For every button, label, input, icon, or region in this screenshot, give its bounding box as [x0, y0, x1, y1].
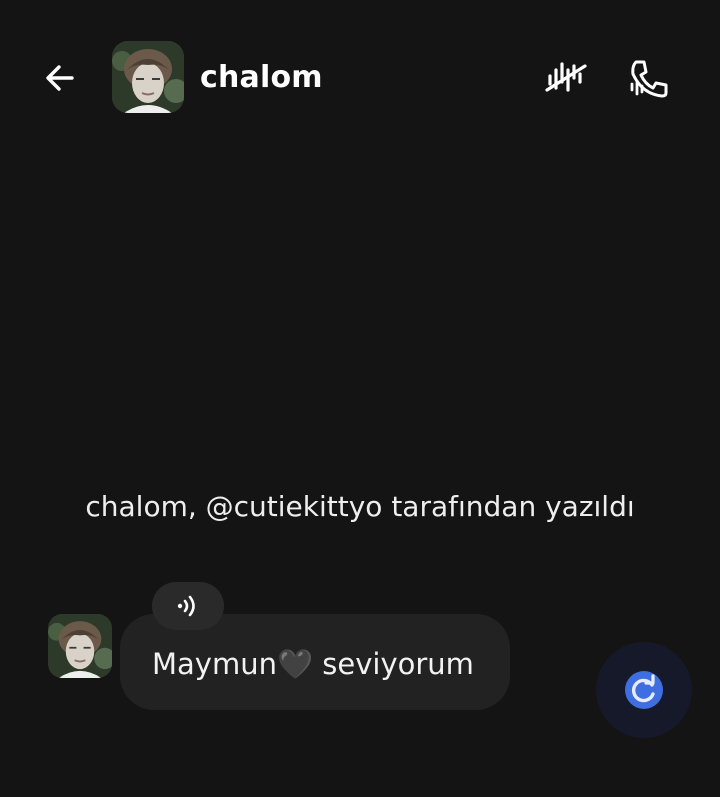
back-button[interactable] — [36, 56, 84, 100]
creator-attribution: chalom, @cutiekittyo tarafından yazıldı — [85, 490, 635, 523]
play-voice-button[interactable] — [152, 582, 224, 630]
regenerate-button[interactable] — [596, 642, 692, 738]
phone-call-icon — [630, 60, 668, 98]
character-name[interactable]: chalom — [200, 58, 323, 98]
refresh-icon — [625, 671, 663, 709]
message-text: Maymun🖤 seviyorum — [152, 646, 474, 681]
message-avatar[interactable] — [48, 614, 112, 678]
sound-waves-icon — [177, 595, 195, 617]
chat-header: chalom — [0, 0, 720, 160]
voice-muted-icon — [545, 62, 587, 92]
call-button[interactable] — [622, 52, 674, 104]
voice-toggle-button[interactable] — [540, 52, 592, 104]
arrow-left-icon — [46, 65, 74, 91]
character-avatar[interactable] — [112, 41, 184, 113]
